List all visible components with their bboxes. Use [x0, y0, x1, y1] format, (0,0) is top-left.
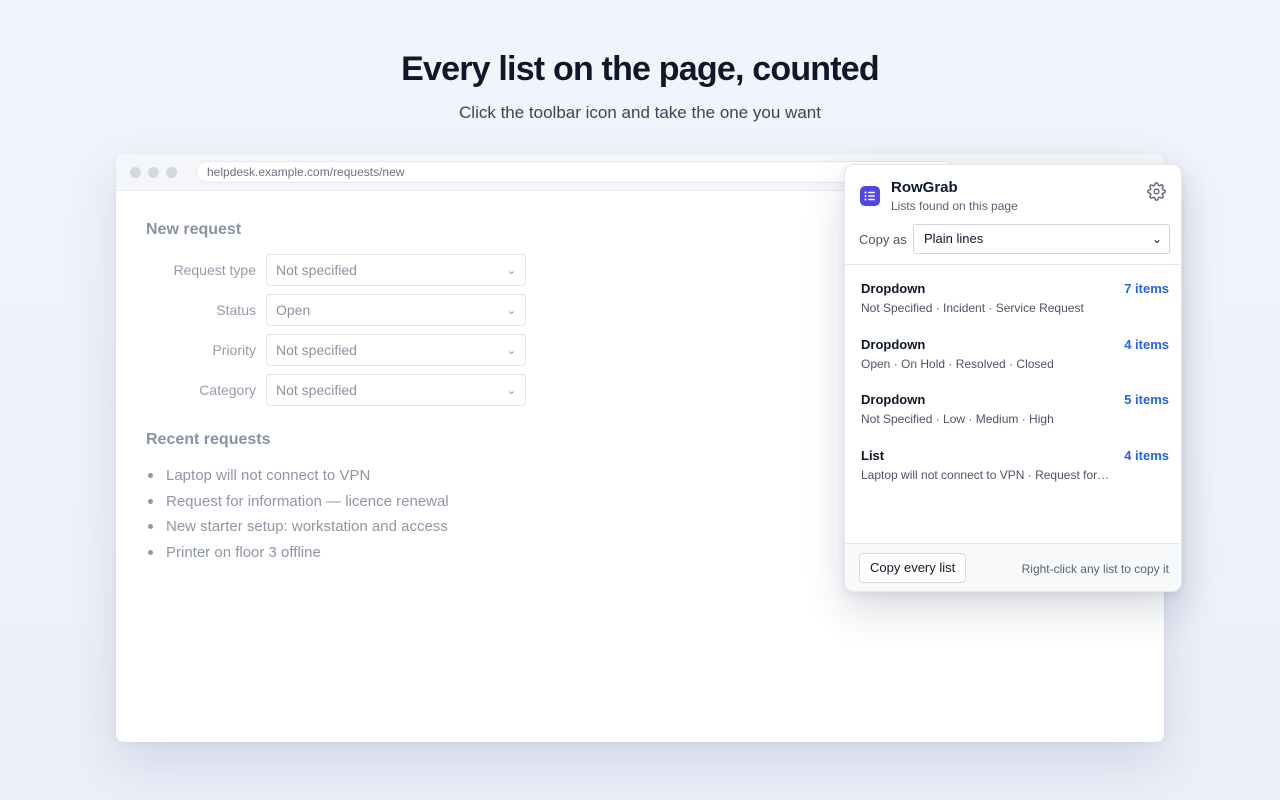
recent-requests-list: Laptop will not connect to VPN Request f…: [148, 463, 449, 566]
list-entry[interactable]: List 4 items Laptop will not connect to …: [861, 448, 1169, 488]
divider: [845, 543, 1181, 544]
list-item[interactable]: Printer on floor 3 offline: [148, 540, 449, 566]
chevron-down-icon: ⌄: [506, 305, 516, 317]
list-count[interactable]: 4 items: [1124, 448, 1169, 463]
form-row-category: Category Not specified ⌄: [146, 374, 626, 406]
list-preview: Not Specified · Low · Medium · High: [861, 412, 1054, 426]
list-preview: Not Specified · Incident · Service Reque…: [861, 301, 1084, 315]
request-type-select[interactable]: Not specified ⌄: [266, 254, 526, 286]
list-count[interactable]: 7 items: [1124, 281, 1169, 296]
window-maximize-dot[interactable]: [166, 167, 177, 178]
footer-hint: Right-click any list to copy it: [1021, 562, 1169, 576]
chevron-down-icon: ⌄: [506, 385, 516, 397]
chevron-down-icon: ⌄: [1151, 232, 1162, 246]
list-icon: [860, 186, 880, 206]
gear-icon[interactable]: [1147, 182, 1166, 201]
status-select[interactable]: Open ⌄: [266, 294, 526, 326]
window-close-dot[interactable]: [130, 167, 141, 178]
extension-popup: RowGrab Lists found on this page Copy as…: [844, 164, 1182, 592]
copy-every-list-button[interactable]: Copy every list: [859, 553, 967, 583]
list-entry[interactable]: Dropdown 5 items Not Specified · Low · M…: [861, 392, 1169, 432]
form-row-priority: Priority Not specified ⌄: [146, 334, 626, 366]
select-value: Not specified: [276, 342, 357, 358]
list-entry[interactable]: Dropdown 7 items Not Specified · Inciden…: [861, 281, 1169, 321]
list-count[interactable]: 4 items: [1124, 337, 1169, 352]
list-preview: Laptop will not connect to VPN · Request…: [861, 468, 1110, 482]
popup-footer: Copy every list Right-click any list to …: [845, 543, 1181, 591]
list-item[interactable]: Request for information — licence renewa…: [148, 489, 449, 515]
chevron-down-icon: ⌄: [506, 345, 516, 357]
field-label: Priority: [212, 342, 256, 358]
app-name: RowGrab: [891, 179, 958, 196]
select-value: Not specified: [276, 382, 357, 398]
form-row-status: Status Open ⌄: [146, 294, 626, 326]
hero-subtitle: Click the toolbar icon and take the one …: [459, 103, 821, 122]
form-row-request-type: Request type Not specified ⌄: [146, 254, 626, 286]
list-kind: Dropdown: [861, 281, 926, 296]
select-value: Open: [276, 302, 311, 318]
new-request-heading: New request: [146, 221, 242, 238]
list-count[interactable]: 5 items: [1124, 392, 1169, 407]
window-minimize-dot[interactable]: [148, 167, 159, 178]
hero-title: Every list on the page, counted: [401, 50, 880, 88]
copy-as-value: Plain lines: [924, 231, 984, 246]
divider: [845, 264, 1181, 265]
list-kind: Dropdown: [861, 392, 926, 407]
copy-as-select[interactable]: Plain lines ⌄: [913, 224, 1170, 254]
select-value: Not specified: [276, 262, 357, 278]
list-item[interactable]: Laptop will not connect to VPN: [148, 463, 449, 489]
list-entry[interactable]: Dropdown 4 items Open · On Hold · Resolv…: [861, 337, 1169, 377]
list-preview: Open · On Hold · Resolved · Closed: [861, 357, 1054, 371]
list-kind: List: [861, 448, 885, 463]
field-label: Request type: [173, 262, 257, 278]
address-bar[interactable]: helpdesk.example.com/requests/new: [196, 161, 956, 183]
priority-select[interactable]: Not specified ⌄: [266, 334, 526, 366]
list-kind: Dropdown: [861, 337, 926, 352]
recent-requests-heading: Recent requests: [146, 431, 271, 448]
category-select[interactable]: Not specified ⌄: [266, 374, 526, 406]
copy-as-label: Copy as: [859, 232, 907, 247]
app-subtitle: Lists found on this page: [891, 199, 1018, 213]
field-label: Status: [216, 302, 256, 318]
field-label: Category: [199, 382, 256, 398]
list-item[interactable]: New starter setup: workstation and acces…: [148, 514, 449, 540]
chevron-down-icon: ⌄: [506, 265, 516, 277]
